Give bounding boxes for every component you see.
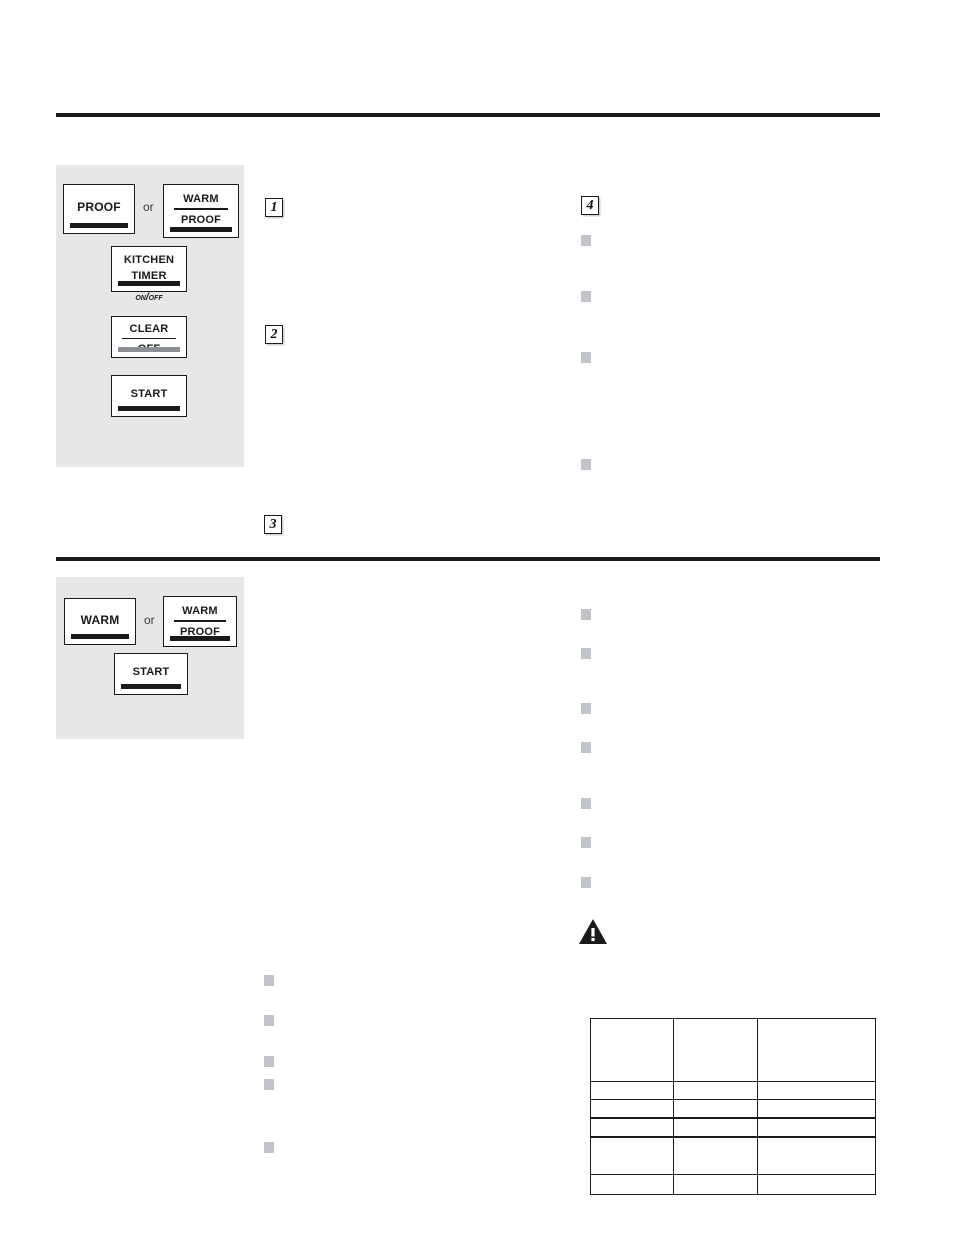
proof-button[interactable]: Proof xyxy=(63,184,135,234)
step-marker-4: 4 xyxy=(581,196,599,215)
start-button-proof-underline xyxy=(117,406,181,411)
table-row xyxy=(590,1174,876,1195)
warm-proof-button-label-line1: Warm xyxy=(183,189,219,206)
warm-proof-button[interactable]: Warm Proof xyxy=(163,184,239,238)
table-cell xyxy=(673,1099,758,1119)
table-cell xyxy=(673,1174,758,1195)
bullet-square xyxy=(264,1142,274,1153)
table-header-cell xyxy=(673,1018,758,1082)
warning-triangle-icon xyxy=(579,919,607,944)
step-marker-1: 1 xyxy=(265,198,283,217)
warm-proof-button-label-line2: Proof xyxy=(180,209,222,227)
step-marker-2: 2 xyxy=(265,325,283,344)
bullet-square xyxy=(581,742,591,753)
table-cell xyxy=(757,1117,876,1138)
middle-section-divider xyxy=(56,557,880,561)
warm-proof-button-2[interactable]: Warm Proof xyxy=(163,596,237,647)
warm-button-label: Warm xyxy=(80,609,120,628)
bullet-square xyxy=(581,703,591,714)
warm-proof-button-underline xyxy=(169,227,233,232)
manual-page: Proof or Warm Proof Kitchen Timer On/Off… xyxy=(0,0,954,1235)
table-row xyxy=(590,1099,876,1119)
kitchen-timer-on-off-caption: On/Off xyxy=(135,292,163,303)
start-button-warm-label: Start xyxy=(132,662,170,679)
bullet-square xyxy=(581,877,591,888)
warm-proof-button-2-label-line1: Warm xyxy=(182,601,218,618)
table-cell xyxy=(590,1174,674,1195)
start-button-warm[interactable]: Start xyxy=(114,653,188,695)
bullet-square xyxy=(264,1079,274,1090)
table-cell xyxy=(673,1117,758,1138)
table-header-cell xyxy=(590,1018,674,1082)
top-section-divider xyxy=(56,113,880,117)
start-button-proof[interactable]: Start xyxy=(111,375,187,417)
table-header-cell xyxy=(757,1018,876,1082)
table-row xyxy=(590,1136,876,1175)
table-cell xyxy=(757,1136,876,1175)
table-row xyxy=(590,1117,876,1138)
proof-or-label: or xyxy=(143,200,154,214)
warm-button[interactable]: Warm xyxy=(64,598,136,645)
warm-proof-button-2-underline xyxy=(169,636,231,641)
proof-button-label: Proof xyxy=(77,196,121,215)
bullet-square xyxy=(581,798,591,809)
bullet-square xyxy=(581,352,591,363)
step-marker-3: 3 xyxy=(264,515,282,534)
bullet-square xyxy=(264,1015,274,1026)
kitchen-timer-button[interactable]: Kitchen Timer xyxy=(111,246,187,292)
specification-table xyxy=(590,1018,876,1195)
bullet-square xyxy=(581,609,591,620)
table-cell xyxy=(757,1174,876,1195)
table-cell xyxy=(590,1136,674,1175)
warm-button-underline xyxy=(70,634,130,639)
bullet-square xyxy=(581,291,591,302)
table-cell xyxy=(590,1081,674,1100)
start-button-proof-label: Start xyxy=(130,384,168,401)
start-button-warm-underline xyxy=(120,684,182,689)
kitchen-timer-button-underline xyxy=(117,281,181,286)
proof-button-underline xyxy=(69,223,129,228)
kitchen-timer-button-label-line1: Kitchen xyxy=(123,250,175,267)
clear-off-button-underline xyxy=(117,347,181,352)
table-cell xyxy=(757,1081,876,1100)
bullet-square xyxy=(581,459,591,470)
bullet-square xyxy=(581,648,591,659)
table-cell xyxy=(673,1081,758,1100)
table-cell xyxy=(673,1136,758,1175)
table-cell xyxy=(590,1117,674,1138)
table-header-row xyxy=(590,1018,876,1082)
table-cell xyxy=(757,1099,876,1119)
bullet-square xyxy=(581,837,591,848)
bullet-square xyxy=(264,1056,274,1067)
table-row xyxy=(590,1081,876,1100)
warm-or-label: or xyxy=(144,613,155,627)
bullet-square xyxy=(581,235,591,246)
table-cell xyxy=(590,1099,674,1119)
clear-off-button-label-line1: Clear xyxy=(129,319,169,336)
clear-off-button[interactable]: Clear Off xyxy=(111,316,187,358)
bullet-square xyxy=(264,975,274,986)
